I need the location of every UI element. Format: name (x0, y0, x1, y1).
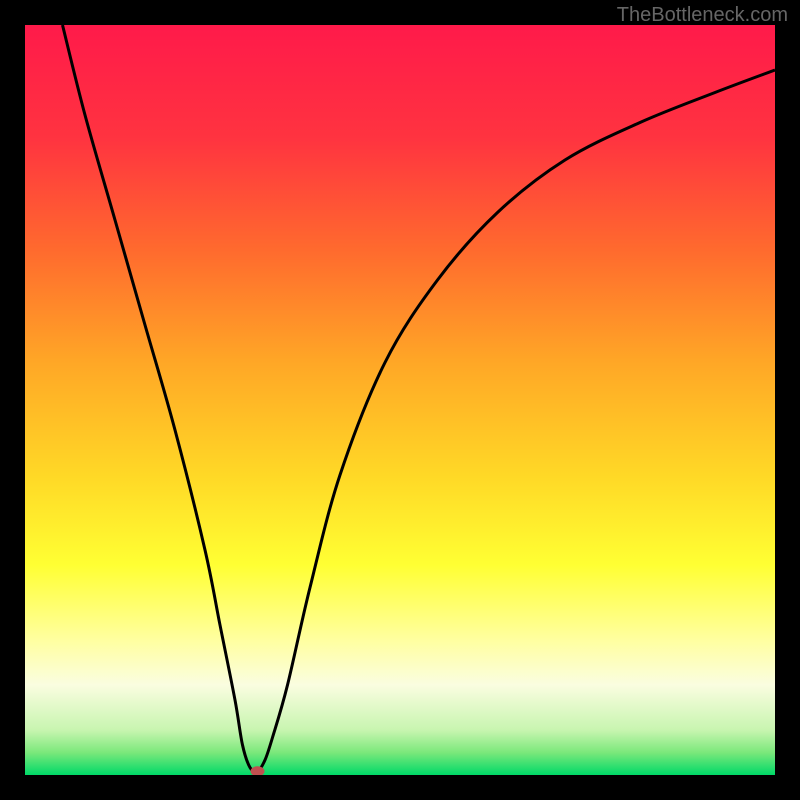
bottleneck-curve (63, 25, 776, 772)
watermark-text: TheBottleneck.com (617, 4, 788, 27)
plot-area (25, 25, 775, 775)
curve-layer (25, 25, 775, 775)
chart-frame (25, 25, 775, 775)
